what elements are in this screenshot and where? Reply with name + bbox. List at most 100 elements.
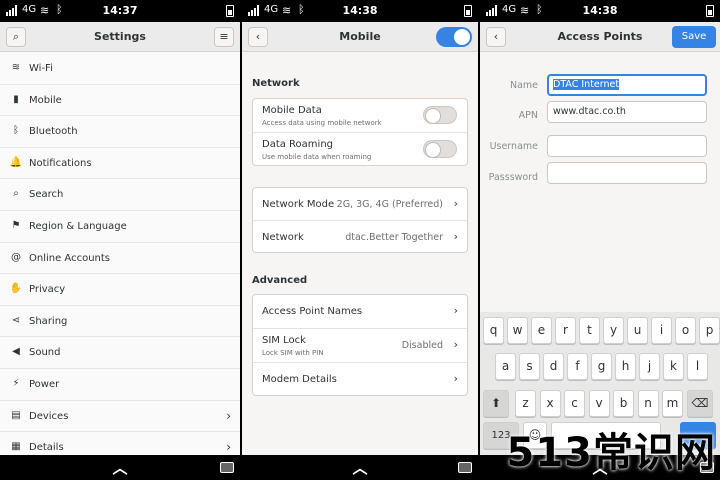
chevron-right-icon: › [453, 304, 458, 317]
key-k[interactable]: k [663, 353, 684, 380]
modem-details-row[interactable]: Modem Details › [253, 363, 467, 395]
data-roaming-subtitle: Use mobile data when roaming [262, 153, 372, 161]
network-mode-row[interactable]: Network Mode 2G, 3G, 4G (Preferred) › [253, 188, 467, 221]
network-section-label: Network [252, 78, 300, 89]
shift-key[interactable]: ⬆ [483, 390, 509, 417]
sidebar-item-search[interactable]: ⌕ Search [0, 179, 240, 211]
sim-lock-subtitle: Lock SIM with PIN [262, 349, 324, 357]
keyboard-icon[interactable] [458, 462, 472, 473]
sidebar-item-region-language[interactable]: ⚑ Region & Language [0, 211, 240, 243]
sidebar-item-mobile[interactable]: ▮ Mobile [0, 85, 240, 117]
chevron-right-icon: › [453, 230, 458, 243]
settings-panel: 4G ≋ ᛒ 14:37 ⌕ Settings ≡ ≋ Wi-Fi ▮ Mobile ᛒ… [0, 0, 240, 480]
name-label: Name [509, 80, 538, 91]
key-d[interactable]: d [543, 353, 564, 380]
sidebar-item-bluetooth[interactable]: ᛒ Bluetooth [0, 116, 240, 148]
sidebar-item-label: Devices [29, 410, 69, 422]
data-roaming-toggle[interactable] [423, 140, 457, 158]
network-row[interactable]: Network dtac.Better Together › [253, 221, 467, 253]
search-icon: ⌕ [13, 188, 19, 200]
clock: 14:38 [342, 4, 378, 17]
sidebar-item-label: Sound [29, 347, 61, 359]
name-field[interactable]: DTAC Internet [547, 74, 707, 96]
key-u[interactable]: u [627, 317, 648, 344]
key-m[interactable]: m [662, 390, 683, 417]
chevron-up-icon[interactable]: ︿ [0, 457, 240, 478]
mobile-master-switch[interactable] [436, 27, 472, 47]
sidebar-item-wi-fi[interactable]: ≋ Wi-Fi [0, 53, 240, 85]
mobile-data-title: Mobile Data [262, 105, 322, 116]
mobile-data-subtitle: Access data using mobile network [262, 119, 382, 127]
battery-icon [706, 5, 714, 17]
clock: 14:37 [102, 4, 138, 17]
devices-icon: ▤ [11, 409, 21, 421]
header-bar: ⌕ Settings ≡ [0, 22, 240, 52]
wifi-icon: ≋ [11, 62, 21, 73]
network-card: Network Mode 2G, 3G, 4G (Preferred) › Ne… [252, 187, 468, 253]
key-q[interactable]: q [483, 317, 504, 344]
key-a[interactable]: a [495, 353, 516, 380]
sim-lock-title: SIM Lock [262, 335, 306, 346]
key-e[interactable]: e [531, 317, 552, 344]
key-w[interactable]: w [507, 317, 528, 344]
mobile-data-row: Mobile Data Access data using mobile net… [253, 99, 467, 133]
sidebar-item-label: Details [29, 442, 64, 454]
key-i[interactable]: i [651, 317, 672, 344]
sidebar-item-notifications[interactable]: 🔔 Notifications [0, 148, 240, 180]
sidebar-item-online-accounts[interactable]: @ Online Accounts [0, 243, 240, 275]
key-h[interactable]: h [615, 353, 636, 380]
sidebar-item-privacy[interactable]: ✋ Privacy [0, 274, 240, 306]
apn-field[interactable]: www.dtac.co.th [547, 101, 707, 123]
key-b[interactable]: b [613, 390, 634, 417]
sim-lock-row[interactable]: SIM Lock Lock SIM with PIN Disabled › [253, 329, 467, 363]
key-f[interactable]: f [567, 353, 588, 380]
menu-button[interactable]: ≡ [214, 27, 234, 47]
backspace-icon: ⌫ [691, 396, 709, 410]
sidebar-item-power[interactable]: ⚡ Power [0, 369, 240, 401]
key-o[interactable]: o [675, 317, 696, 344]
chevron-up-icon[interactable]: ︿ [242, 457, 478, 478]
sidebar-item-label: Online Accounts [29, 252, 111, 264]
username-field[interactable] [547, 135, 707, 157]
data-roaming-title: Data Roaming [262, 139, 334, 150]
save-button[interactable]: Save [672, 26, 716, 48]
key-p[interactable]: p [699, 317, 720, 344]
access-point-names-row[interactable]: Access Point Names › [253, 295, 467, 329]
advanced-section-label: Advanced [252, 275, 308, 286]
page-title: Settings [94, 30, 146, 43]
sidebar-item-label: Bluetooth [29, 126, 78, 138]
hand-icon: ✋ [9, 283, 23, 295]
key-v[interactable]: v [588, 390, 610, 417]
key-t[interactable]: t [579, 317, 600, 344]
key-r[interactable]: r [555, 317, 576, 344]
data-roaming-row: Data Roaming Use mobile data when roamin… [253, 133, 467, 166]
bell-icon: 🔔 [9, 156, 23, 168]
password-field[interactable] [547, 162, 707, 184]
mobile-data-toggle[interactable] [423, 106, 457, 124]
key-g[interactable]: g [591, 353, 612, 380]
sidebar-item-label: Search [29, 189, 64, 201]
sidebar-item-label: Notifications [29, 157, 92, 169]
settings-list: ≋ Wi-Fi ▮ Mobile ᛒ Bluetooth 🔔 Notifications ⌕ Se… [0, 53, 240, 464]
key-j[interactable]: j [639, 353, 660, 380]
header-bar: ‹ Mobile [242, 22, 478, 52]
sidebar-item-label: Power [29, 378, 60, 390]
key-l[interactable]: l [687, 353, 708, 380]
keyboard-icon[interactable] [220, 462, 234, 473]
backspace-key[interactable]: ⌫ [687, 390, 713, 417]
shift-icon: ⬆ [490, 396, 502, 410]
key-n[interactable]: n [637, 390, 659, 417]
bluetooth-icon: ᛒ [13, 125, 19, 137]
key-y[interactable]: y [603, 317, 624, 344]
sidebar-item-sound[interactable]: ◀ Sound [0, 337, 240, 369]
navigation-bar: ︿ [242, 455, 478, 480]
sidebar-item-sharing[interactable]: ⋖ Sharing [0, 306, 240, 338]
key-z[interactable]: z [515, 390, 536, 417]
key-s[interactable]: s [519, 353, 540, 380]
chevron-right-icon: › [453, 338, 458, 351]
access-point-names-title: Access Point Names [262, 306, 363, 317]
chevron-right-icon: › [453, 372, 458, 385]
sidebar-item-devices[interactable]: ▤ Devices › [0, 401, 240, 433]
key-c[interactable]: c [564, 390, 585, 417]
key-x[interactable]: x [539, 390, 561, 417]
